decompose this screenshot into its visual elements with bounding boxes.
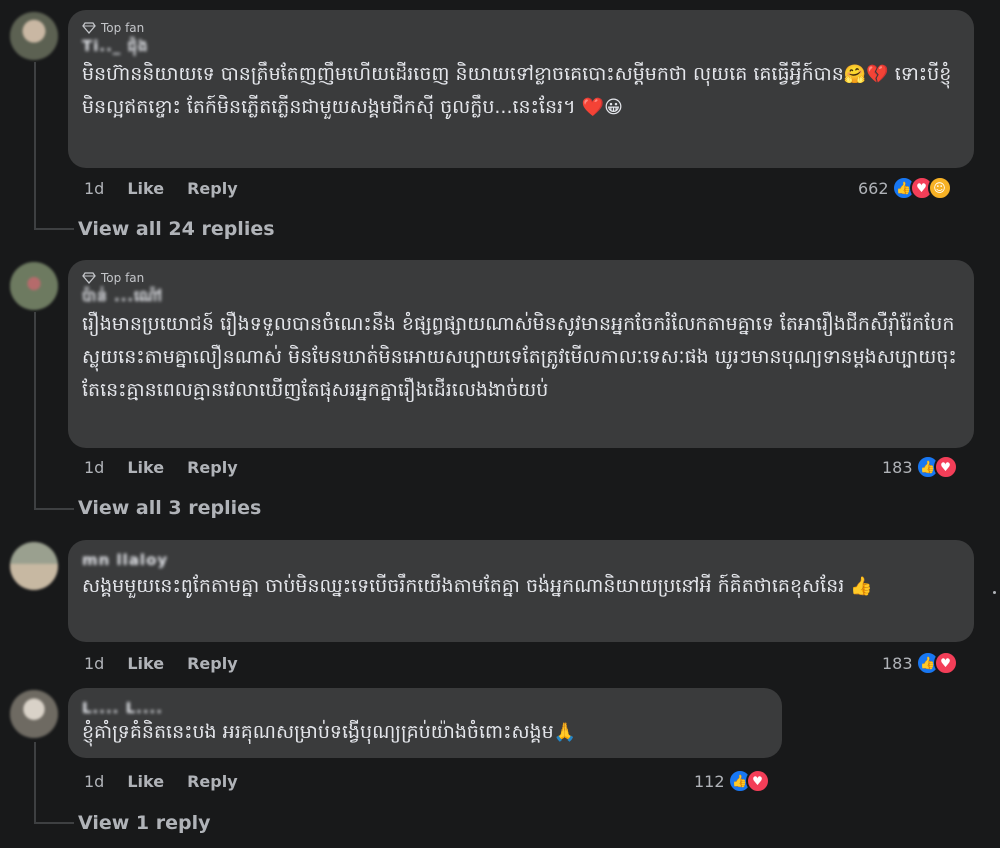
- like-button[interactable]: Like: [127, 654, 164, 673]
- view-replies-link[interactable]: View all 3 replies: [78, 497, 261, 519]
- comment-time[interactable]: 1d: [84, 654, 104, 673]
- comment-actions: 1d Like Reply: [84, 654, 238, 673]
- thread-line: [34, 742, 36, 824]
- thread-line-elbow: [34, 822, 74, 824]
- decorative-dot: [993, 591, 996, 594]
- comment-text: មិនហ៊ាននិយាយទេ បានត្រឹមតែញញឹមហើយដើរចេញ ន…: [82, 58, 960, 124]
- comment-actions: 1d Like Reply: [84, 458, 238, 477]
- avatar[interactable]: [10, 690, 58, 738]
- reply-button[interactable]: Reply: [187, 179, 238, 198]
- reaction-count: 183: [882, 653, 913, 673]
- view-replies-link[interactable]: View all 24 replies: [78, 218, 275, 240]
- reactions[interactable]: 662 👍 ♥ ☺: [858, 176, 952, 200]
- comment-text-main: ខ្ញុំគាំទ្រគំនិតនេះបង អរគុណសម្រាប់ទង្វើប…: [82, 721, 554, 743]
- emoji-mid: 🤗💔: [843, 64, 889, 85]
- reactions[interactable]: 183 👍 ♥: [882, 651, 958, 675]
- avatar[interactable]: [10, 262, 58, 310]
- reaction-count: 662: [858, 178, 889, 198]
- comment-text: ខ្ញុំគាំទ្រគំនិតនេះបង អរគុណសម្រាប់ទង្វើប…: [82, 718, 768, 747]
- top-fan-badge: Top fan: [82, 270, 960, 286]
- comment-time[interactable]: 1d: [84, 179, 104, 198]
- comment-time[interactable]: 1d: [84, 772, 104, 791]
- comment-text-main: សង្គមមួយនេះពូកែតាមគ្នា ចាប់មិនឈ្នះទេបើចរ…: [82, 575, 845, 597]
- badge-label: Top fan: [101, 271, 145, 285]
- comment-text: រឿងមានប្រយោជន៍ រឿងទទួលបានចំណេះនឹង ខំផ្សព…: [82, 313, 957, 401]
- thread-line: [34, 62, 36, 230]
- heart-icon: ♥: [933, 455, 958, 479]
- comment-author[interactable]: ប៉ាន់ ...ណ៉ៅ: [82, 286, 960, 306]
- comment-bubble: mn llaloy សង្គមមួយនេះពូកែតាមគ្នា ចាប់មិន…: [68, 540, 974, 642]
- like-button[interactable]: Like: [127, 772, 164, 791]
- reaction-count: 112: [694, 771, 725, 791]
- comment-author[interactable]: mn llaloy: [82, 550, 960, 570]
- heart-icon: ♥: [933, 651, 958, 675]
- comment-bubble: Top fan ប៉ាន់ ...ណ៉ៅ រឿងមានប្រយោជន៍ រឿងទ…: [68, 260, 974, 448]
- reaction-count: 183: [882, 457, 913, 477]
- reactions[interactable]: 112 👍 ♥: [694, 769, 770, 793]
- comment-bubble: L.... L.... ខ្ញុំគាំទ្រគំនិតនេះបង អរគុណស…: [68, 688, 782, 758]
- reactions[interactable]: 183 👍 ♥: [882, 455, 958, 479]
- thread-line-elbow: [34, 508, 74, 510]
- like-button[interactable]: Like: [127, 458, 164, 477]
- thread-line-elbow: [34, 228, 74, 230]
- emoji-end: 👍: [850, 576, 873, 597]
- diamond-icon: [82, 22, 96, 34]
- heart-icon: ♥: [745, 769, 770, 793]
- comment-bubble: Top fan Ti.._ ជ៉ុង មិនហ៊ាននិយាយទេ បានត្រ…: [68, 10, 974, 168]
- care-hug-icon: ☺: [927, 176, 952, 200]
- thread-line: [34, 312, 36, 510]
- comment-time[interactable]: 1d: [84, 458, 104, 477]
- comment-author[interactable]: L.... L....: [82, 698, 768, 718]
- reply-button[interactable]: Reply: [187, 772, 238, 791]
- reply-button[interactable]: Reply: [187, 458, 238, 477]
- emoji-end: 🙏: [553, 722, 577, 743]
- comment-author[interactable]: Ti.._ ជ៉ុង: [82, 36, 960, 56]
- like-button[interactable]: Like: [127, 179, 164, 198]
- emoji-end: ❤️😀: [581, 97, 623, 118]
- top-fan-badge: Top fan: [82, 20, 960, 36]
- comment-text-main: មិនហ៊ាននិយាយទេ បានត្រឹមតែញញឹមហើយដើរចេញ ន…: [82, 63, 844, 85]
- comment-actions: 1d Like Reply: [84, 179, 238, 198]
- reply-button[interactable]: Reply: [187, 654, 238, 673]
- comment-text: សង្គមមួយនេះពូកែតាមគ្នា ចាប់មិនឈ្នះទេបើចរ…: [82, 570, 960, 603]
- avatar[interactable]: [10, 542, 58, 590]
- badge-label: Top fan: [101, 21, 145, 35]
- view-replies-link[interactable]: View 1 reply: [78, 812, 211, 834]
- avatar[interactable]: [10, 12, 58, 60]
- diamond-icon: [82, 272, 96, 284]
- comment-actions: 1d Like Reply: [84, 772, 238, 791]
